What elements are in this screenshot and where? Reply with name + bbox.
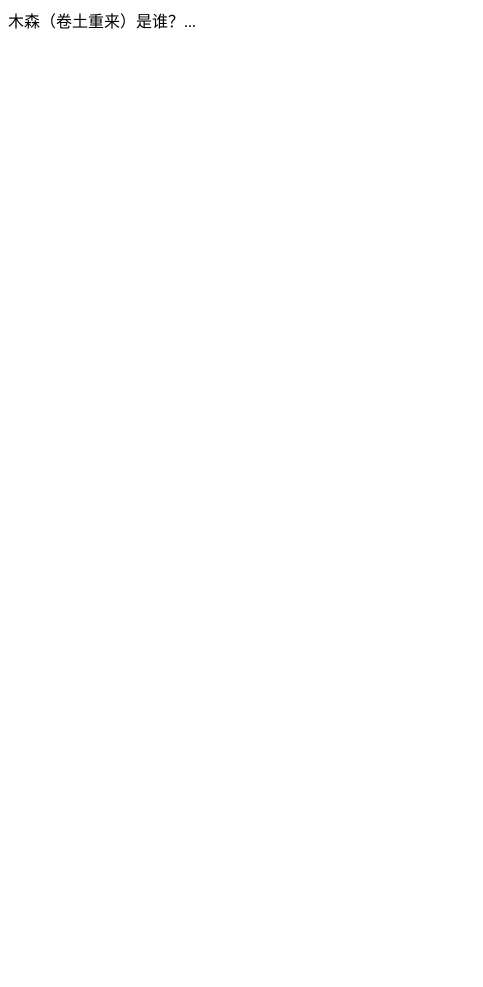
page-title: 木森（卷土重来）是谁？... [8,14,197,31]
